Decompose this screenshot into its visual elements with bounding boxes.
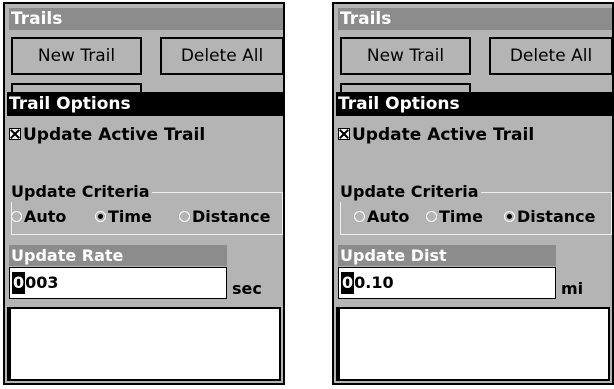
update-dist-label: Update Dist [338, 245, 556, 266]
update-rate-label: Update Rate [9, 245, 227, 266]
trail-list[interactable] [7, 307, 281, 381]
update-dist-input[interactable]: 00.10 [338, 267, 556, 299]
unit-label: mi [561, 279, 584, 298]
criteria-label: Update Criteria [340, 182, 481, 202]
radio-label: Auto [24, 207, 67, 226]
criteria-radio-group: Auto Time Distance [340, 206, 612, 228]
radio-label: Distance [517, 207, 596, 226]
cursor-digit: 0 [341, 272, 355, 294]
dialog-title: Trail Options [7, 92, 283, 116]
radio-selected-icon[interactable] [95, 210, 106, 222]
field-value: 003 [25, 273, 59, 292]
page-title: Trails [338, 8, 612, 30]
unit-label: sec [232, 279, 262, 298]
delete-all-button[interactable]: Delete All [489, 37, 612, 75]
update-active-trail-checkbox[interactable]: Update Active Trail [9, 124, 205, 146]
radio-label: Distance [192, 207, 271, 226]
radio-auto[interactable]: Auto [354, 206, 409, 228]
update-active-trail-checkbox[interactable]: Update Active Trail [338, 124, 534, 146]
checkbox-label: Update Active Trail [352, 125, 535, 145]
new-trail-button[interactable]: New Trail [340, 37, 471, 75]
cursor-digit: 0 [12, 272, 26, 294]
radio-distance[interactable]: Distance [504, 206, 595, 228]
page-title: Trails [9, 8, 283, 30]
dialog-title: Trail Options [336, 92, 612, 116]
delete-all-button[interactable]: Delete All [160, 37, 283, 75]
checked-box-icon[interactable] [338, 127, 350, 140]
radio-icon[interactable] [179, 210, 190, 222]
radio-auto[interactable]: Auto [11, 206, 66, 228]
new-trail-button[interactable]: New Trail [11, 37, 142, 75]
radio-label: Time [439, 207, 483, 226]
radio-label: Time [108, 207, 152, 226]
trail-list[interactable] [336, 307, 610, 381]
radio-selected-icon[interactable] [504, 210, 515, 222]
trails-screen-left: Trails New Trail Delete All Trail Option… [3, 2, 285, 385]
radio-icon[interactable] [426, 210, 437, 222]
criteria-radio-group: Auto Time Distance [11, 206, 283, 228]
radio-icon[interactable] [354, 210, 365, 222]
radio-icon[interactable] [11, 210, 22, 222]
field-value: 0.10 [354, 273, 394, 292]
radio-distance[interactable]: Distance [179, 206, 270, 228]
update-rate-input[interactable]: 0003 [9, 267, 227, 299]
radio-label: Auto [367, 207, 410, 226]
checkbox-label: Update Active Trail [23, 125, 206, 145]
checked-box-icon[interactable] [9, 127, 21, 140]
radio-time[interactable]: Time [95, 206, 152, 228]
criteria-label: Update Criteria [11, 182, 152, 202]
trails-screen-right: Trails New Trail Delete All Trail Option… [332, 2, 614, 385]
radio-time[interactable]: Time [426, 206, 483, 228]
